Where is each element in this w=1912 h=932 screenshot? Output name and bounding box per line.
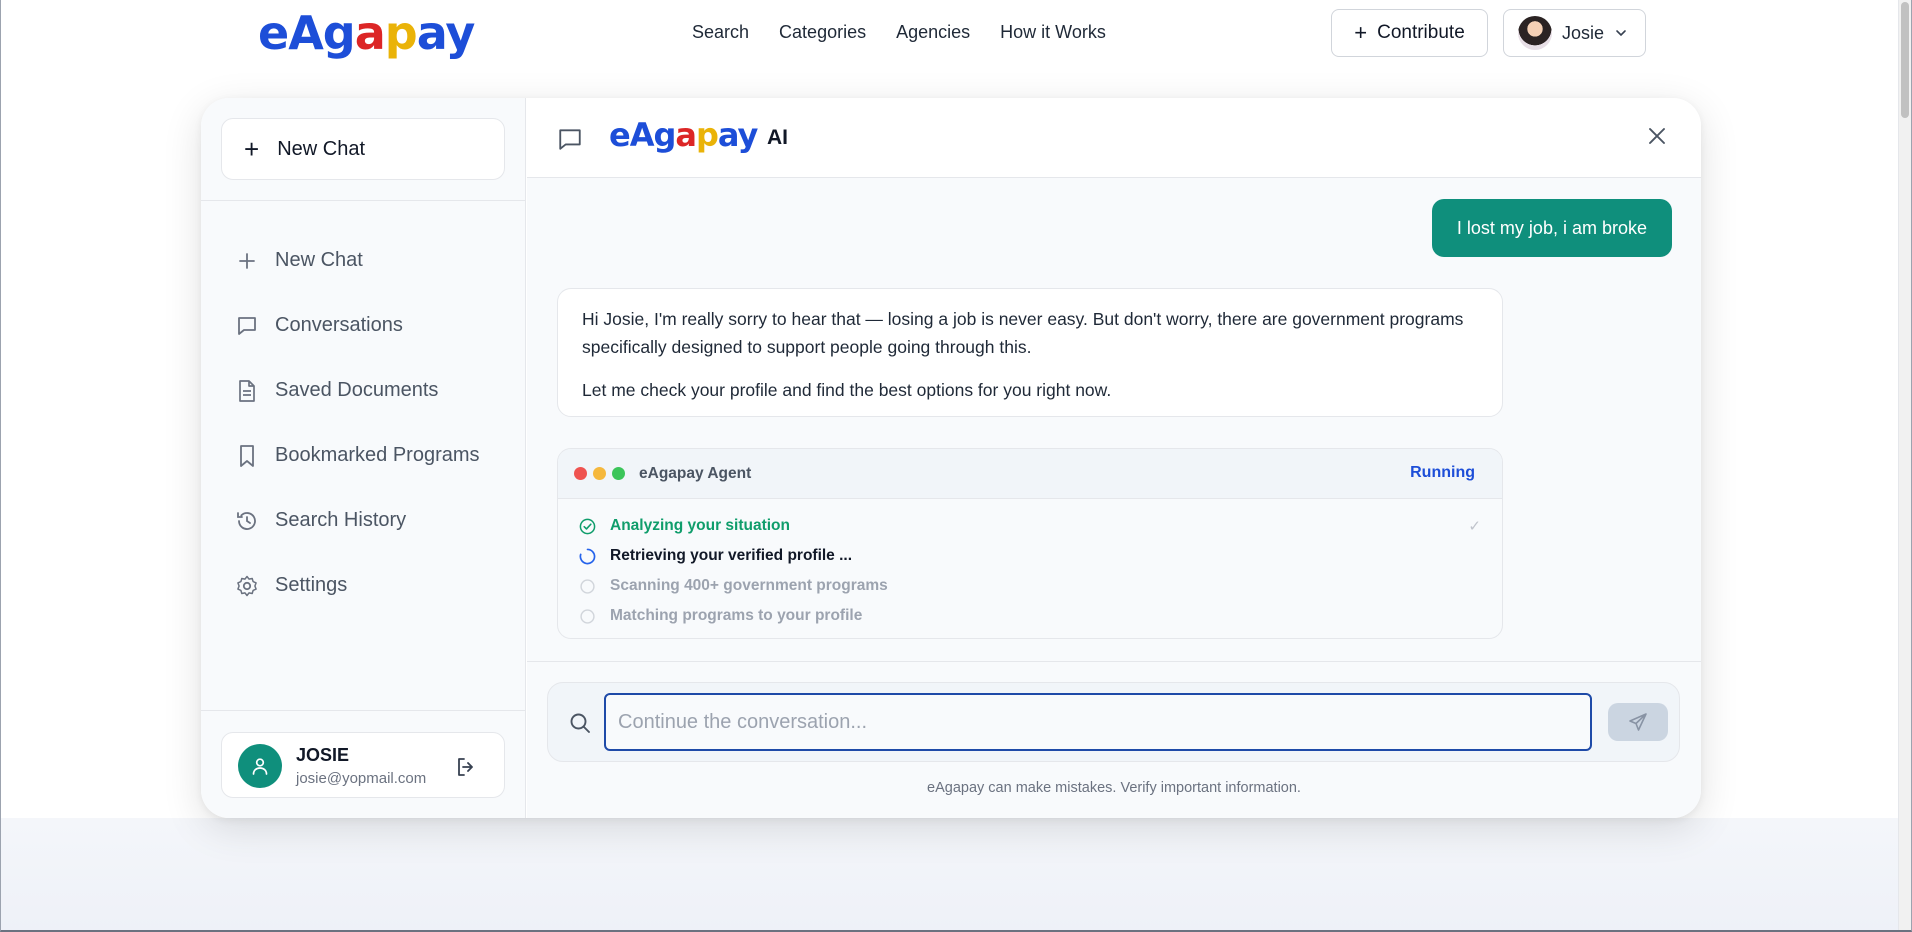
document-icon xyxy=(235,379,259,403)
chevron-down-icon xyxy=(1616,30,1626,37)
nav-links: Search Categories Agencies How it Works xyxy=(692,22,1106,43)
chat-bubble-icon xyxy=(557,126,583,157)
history-icon xyxy=(235,509,259,533)
agent-title: eAgapay Agent xyxy=(639,464,752,482)
user-menu-name: Josie xyxy=(1562,22,1605,43)
agent-step: Scanning 400+ government programs xyxy=(579,571,1481,601)
assistant-message-paragraph: Let me check your profile and find the b… xyxy=(582,380,1112,400)
ai-chat-panel: + New Chat New Chat Conversations Saved … xyxy=(201,98,1701,818)
window-dot-yellow xyxy=(593,467,606,480)
message-composer xyxy=(547,682,1680,762)
sidebar-item-label: Search History xyxy=(275,509,407,531)
spinner-icon xyxy=(579,548,596,565)
window-dot-red xyxy=(574,467,587,480)
agent-step-label: Scanning 400+ government programs xyxy=(610,577,888,594)
send-button[interactable] xyxy=(1608,703,1668,741)
user-icon xyxy=(252,758,268,775)
agent-step: Retrieving your verified profile ... xyxy=(579,541,1481,571)
sidebar-item-saved-documents[interactable]: Saved Documents xyxy=(235,358,480,423)
divider xyxy=(201,710,526,711)
avatar xyxy=(238,744,282,788)
user-menu-button[interactable]: Josie xyxy=(1503,9,1646,57)
gear-icon xyxy=(235,574,259,598)
sidebar-item-search-history[interactable]: Search History xyxy=(235,488,480,553)
plus-icon: + xyxy=(244,134,260,164)
user-message-bubble: I lost my job, i am broke xyxy=(1431,199,1672,257)
agent-status-card: eAgapay Agent Running Analyzing your sit… xyxy=(557,448,1503,639)
page-scrollbar[interactable] xyxy=(1898,0,1912,932)
brand-logo[interactable]: eAgapay xyxy=(258,6,475,60)
pending-circle-icon xyxy=(579,578,596,595)
agent-card-header: eAgapay Agent Running xyxy=(558,449,1502,499)
assistant-message-bubble: Hi Josie, I'm really sorry to hear that … xyxy=(557,288,1503,417)
agent-step-label: Analyzing your situation xyxy=(610,517,790,534)
page-background xyxy=(0,818,1898,932)
disclaimer-text: eAgapay can make mistakes. Verify import… xyxy=(927,780,1301,796)
chat-sidebar: + New Chat New Chat Conversations Saved … xyxy=(201,98,526,818)
avatar xyxy=(1518,16,1552,50)
plus-icon xyxy=(235,249,259,273)
sidebar-item-label: Conversations xyxy=(275,314,403,336)
agent-step: Matching programs to your profile xyxy=(579,601,1481,631)
user-email: josie@yopmail.com xyxy=(296,770,427,787)
user-message-text: I lost my job, i am broke xyxy=(1456,217,1647,238)
logout-icon xyxy=(458,758,473,776)
agent-step-label: Retrieving your verified profile ... xyxy=(610,547,853,564)
agent-steps: Analyzing your situation ✓ Retrieving yo… xyxy=(558,499,1502,631)
assistant-message-paragraph: Hi Josie, I'm really sorry to hear that … xyxy=(582,309,1464,357)
check-circle-icon xyxy=(579,518,596,535)
chat-bubble-icon xyxy=(235,314,259,338)
pending-circle-icon xyxy=(579,608,596,625)
divider xyxy=(201,200,526,201)
user-profile-card: JOSIE josie@yopmail.com xyxy=(221,732,505,798)
agent-status-badge: Running xyxy=(1410,464,1475,481)
sidebar-item-label: Settings xyxy=(275,574,348,596)
close-icon xyxy=(1649,128,1665,144)
window-dot-green xyxy=(612,467,625,480)
contribute-label: Contribute xyxy=(1377,22,1465,43)
brand-logo: eAgapay xyxy=(609,116,758,154)
plus-icon: + xyxy=(1354,20,1368,45)
user-name: JOSIE xyxy=(296,745,350,765)
agent-step: Analyzing your situation ✓ xyxy=(579,511,1481,541)
scrollbar-thumb[interactable] xyxy=(1901,2,1909,118)
new-chat-label: New Chat xyxy=(277,137,365,160)
sidebar-item-settings[interactable]: Settings xyxy=(235,553,480,618)
nav-link-categories[interactable]: Categories xyxy=(779,22,866,43)
sidebar-nav: New Chat Conversations Saved Documents B… xyxy=(235,228,480,618)
nav-link-how-it-works[interactable]: How it Works xyxy=(1000,22,1106,43)
sidebar-item-label: Saved Documents xyxy=(275,379,439,401)
contribute-button[interactable]: + Contribute xyxy=(1331,9,1488,57)
message-input[interactable] xyxy=(604,693,1592,751)
nav-link-search[interactable]: Search xyxy=(692,22,749,43)
search-icon xyxy=(568,711,592,740)
close-button[interactable] xyxy=(1647,126,1667,151)
top-navigation: eAgapay Search Categories Agencies How i… xyxy=(0,0,1898,70)
sidebar-item-label: Bookmarked Programs xyxy=(275,444,480,466)
sidebar-item-bookmarked-programs[interactable]: Bookmarked Programs xyxy=(235,423,480,488)
chat-area: eAgapay AI I lost my job, i am broke Hi … xyxy=(527,98,1701,818)
send-icon xyxy=(1629,713,1647,731)
logout-button[interactable] xyxy=(454,755,478,784)
sidebar-item-new-chat[interactable]: New Chat xyxy=(235,228,480,293)
step-done-mark: ✓ xyxy=(1468,518,1481,535)
bookmark-icon xyxy=(235,444,259,468)
sidebar-item-label: New Chat xyxy=(275,249,363,271)
chat-header: eAgapay AI xyxy=(527,98,1701,178)
divider xyxy=(527,661,1701,662)
new-chat-button[interactable]: + New Chat xyxy=(221,118,505,180)
agent-step-label: Matching programs to your profile xyxy=(610,607,863,624)
sidebar-item-conversations[interactable]: Conversations xyxy=(235,293,480,358)
nav-link-agencies[interactable]: Agencies xyxy=(896,22,970,43)
chat-title-suffix: AI xyxy=(767,126,788,149)
